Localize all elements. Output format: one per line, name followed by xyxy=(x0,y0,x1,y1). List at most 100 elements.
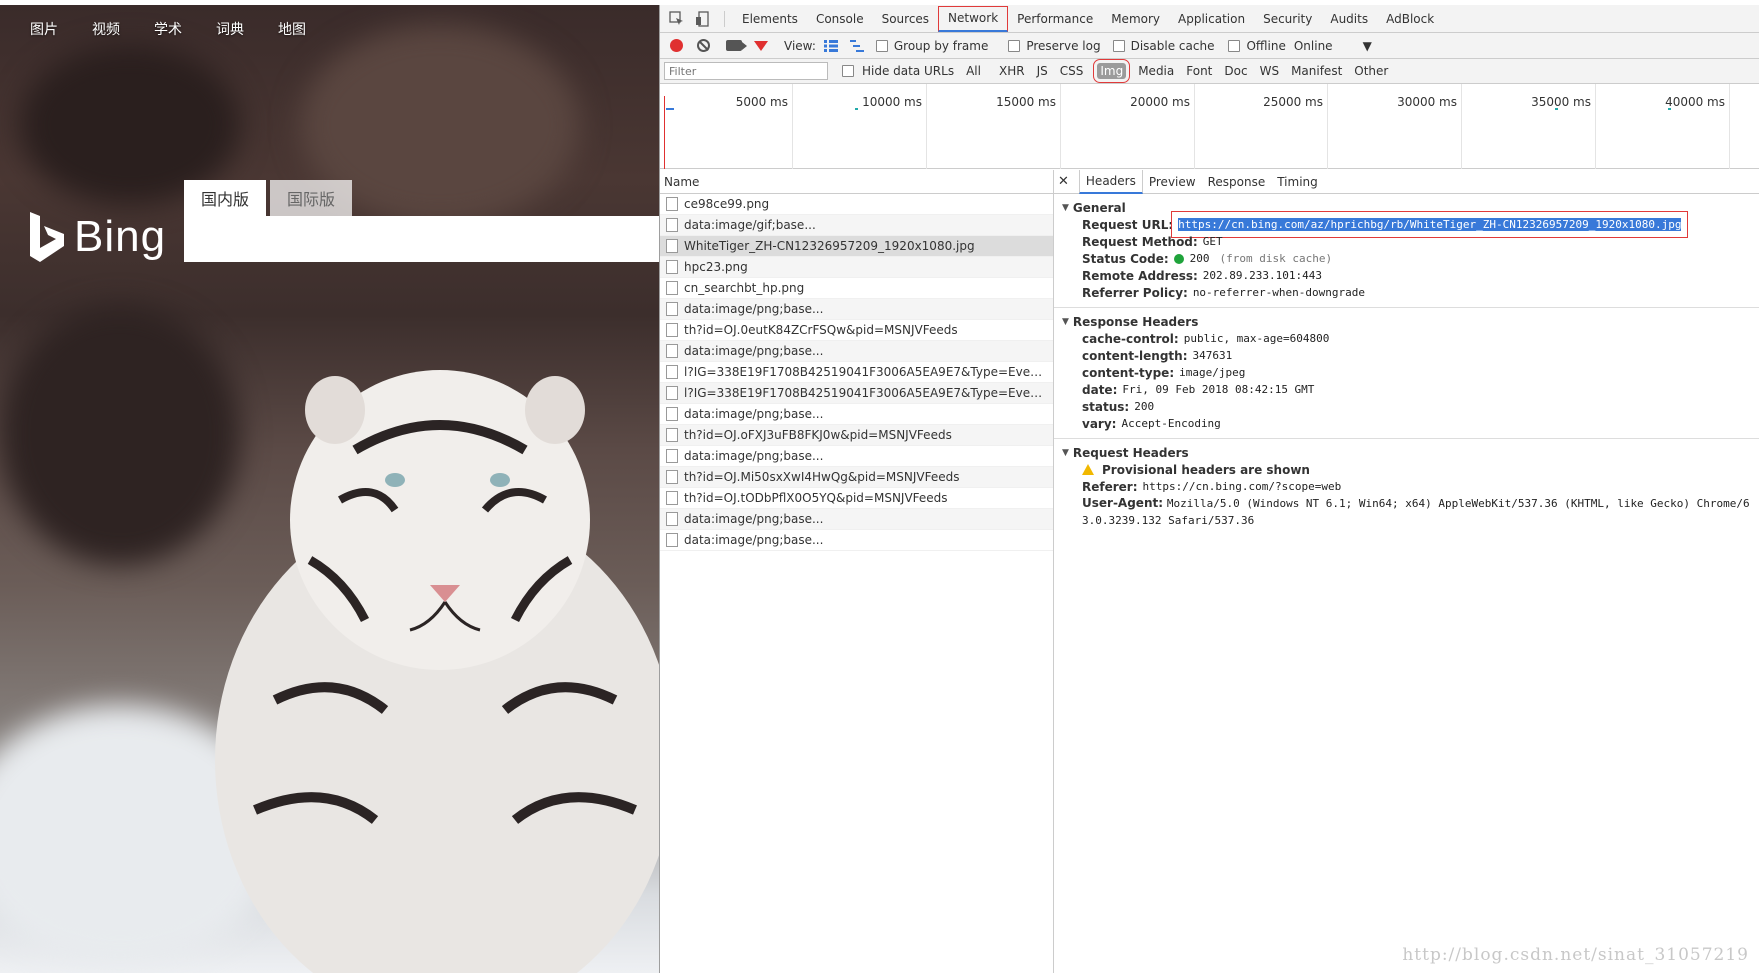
filter-type-js[interactable]: JS xyxy=(1035,63,1050,79)
general-section: ▼ General Request URL: https://cn.bing.c… xyxy=(1054,199,1759,301)
throttling-select[interactable]: Online xyxy=(1294,39,1333,53)
preserve-log-label: Preserve log xyxy=(1026,38,1101,53)
request-row[interactable]: data:image/png;base... xyxy=(660,299,1053,320)
header-name: vary: xyxy=(1082,416,1117,431)
request-row[interactable]: ce98ce99.png xyxy=(660,194,1053,215)
large-rows-icon[interactable] xyxy=(823,39,838,52)
request-headers-section-header[interactable]: ▼ Request Headers xyxy=(1062,444,1759,461)
request-name: data:image/png;base... xyxy=(684,407,824,421)
nav-link-images[interactable]: 图片 xyxy=(30,19,58,39)
screenshot-camera-icon[interactable] xyxy=(726,40,747,51)
devtools-panel: Elements Console Sources Network Perform… xyxy=(659,5,1759,973)
filter-type-media[interactable]: Media xyxy=(1136,63,1176,79)
tab-response[interactable]: Response xyxy=(1202,170,1272,194)
preserve-log-checkbox[interactable] xyxy=(1008,39,1021,52)
tab-adblock[interactable]: AdBlock xyxy=(1377,5,1443,33)
tab-console[interactable]: Console xyxy=(807,5,873,33)
timeline-tick: 10000 ms xyxy=(793,84,927,169)
nav-link-maps[interactable]: 地图 xyxy=(278,19,306,39)
request-row[interactable]: data:image/gif;base... xyxy=(660,215,1053,236)
record-button[interactable] xyxy=(670,39,683,52)
filter-type-all[interactable]: All xyxy=(964,63,983,79)
device-toolbar-icon[interactable] xyxy=(694,10,712,28)
request-row[interactable]: data:image/png;base... xyxy=(660,446,1053,467)
request-row[interactable]: th?id=OJ.0eutK84ZCrFSQw&pid=MSNJVFeeds xyxy=(660,320,1053,341)
tab-elements[interactable]: Elements xyxy=(733,5,807,33)
nav-link-academic[interactable]: 学术 xyxy=(154,19,182,39)
request-row[interactable]: cn_searchbt_hp.png xyxy=(660,278,1053,299)
tab-preview[interactable]: Preview xyxy=(1143,170,1202,194)
file-icon xyxy=(666,365,678,379)
tab-international[interactable]: 国际版 xyxy=(270,180,353,216)
general-section-header[interactable]: ▼ General xyxy=(1062,199,1759,216)
request-name: th?id=OJ.0eutK84ZCrFSQw&pid=MSNJVFeeds xyxy=(684,323,958,337)
request-row[interactable]: WhiteTiger_ZH-CN12326957209_1920x1080.jp… xyxy=(660,236,1053,257)
network-overview-timeline[interactable]: 5000 ms 10000 ms 15000 ms 20000 ms 25000… xyxy=(660,84,1759,169)
filter-type-other[interactable]: Other xyxy=(1352,63,1390,79)
bing-logo[interactable]: Bing xyxy=(28,210,166,264)
request-url-value[interactable]: https://cn.bing.com/az/hprichbg/rb/White… xyxy=(1171,211,1689,238)
request-name: th?id=OJ.tODbPflX0O5YQ&pid=MSNJVFeeds xyxy=(684,491,948,505)
filter-type-xhr[interactable]: XHR xyxy=(997,63,1027,79)
request-row[interactable]: th?id=OJ.Mi50sxXwI4HwQg&pid=MSNJVFeeds xyxy=(660,467,1053,488)
tab-audits[interactable]: Audits xyxy=(1321,5,1377,33)
group-by-frame-checkbox[interactable] xyxy=(875,39,888,52)
filter-funnel-icon[interactable] xyxy=(754,40,768,51)
request-row[interactable]: data:image/png;base... xyxy=(660,341,1053,362)
request-row[interactable]: th?id=OJ.oFXJ3uFB8FKJ0w&pid=MSNJVFeeds xyxy=(660,425,1053,446)
filter-type-doc[interactable]: Doc xyxy=(1222,63,1249,79)
hide-data-urls-checkbox[interactable] xyxy=(842,65,854,77)
request-row[interactable]: data:image/png;base... xyxy=(660,404,1053,425)
tab-sources[interactable]: Sources xyxy=(873,5,938,33)
response-headers-section: ▼ Response Headers cache-control: public,… xyxy=(1054,313,1759,432)
clear-icon[interactable] xyxy=(697,39,710,52)
close-icon[interactable]: ✕ xyxy=(1058,174,1069,189)
request-row[interactable]: hpc23.png xyxy=(660,257,1053,278)
nav-link-videos[interactable]: 视频 xyxy=(92,19,120,39)
request-row[interactable]: l?IG=338E19F1708B42519041F3006A5EA9E7&Ty… xyxy=(660,383,1053,404)
network-toolbar: View: Group by frame Preserve log Disabl… xyxy=(660,33,1759,59)
bing-logo-text: Bing xyxy=(74,212,167,261)
response-header-row: content-type: image/jpeg xyxy=(1062,364,1759,381)
disable-cache-checkbox[interactable] xyxy=(1112,39,1125,52)
nav-link-dictionary[interactable]: 词典 xyxy=(216,19,244,39)
request-row[interactable]: data:image/png;base... xyxy=(660,509,1053,530)
response-header-row: content-length: 347631 xyxy=(1062,347,1759,364)
tab-timing[interactable]: Timing xyxy=(1271,170,1324,194)
request-row[interactable]: th?id=OJ.tODbPflX0O5YQ&pid=MSNJVFeeds xyxy=(660,488,1053,509)
throttling-dropdown-icon[interactable]: ▼ xyxy=(1363,39,1372,53)
filter-type-font[interactable]: Font xyxy=(1184,63,1214,79)
tab-memory[interactable]: Memory xyxy=(1102,5,1169,33)
response-header-row: date: Fri, 09 Feb 2018 08:42:15 GMT xyxy=(1062,381,1759,398)
response-headers-section-header[interactable]: ▼ Response Headers xyxy=(1062,313,1759,330)
header-value: 200 xyxy=(1134,400,1155,413)
expand-triangle-icon: ▼ xyxy=(1062,447,1069,458)
search-input[interactable] xyxy=(184,216,659,262)
filter-type-img[interactable]: Img xyxy=(1093,59,1131,83)
warning-icon xyxy=(1082,464,1094,475)
inspect-element-icon[interactable] xyxy=(668,10,686,28)
remote-address-label: Remote Address: xyxy=(1082,268,1198,283)
request-headers-title: Request Headers xyxy=(1072,445,1189,460)
tab-headers[interactable]: Headers xyxy=(1078,169,1143,194)
file-icon xyxy=(666,218,678,232)
tab-network[interactable]: Network xyxy=(938,5,1009,32)
name-column-header[interactable]: Name xyxy=(660,170,1053,194)
request-row[interactable]: data:image/png;base... xyxy=(660,530,1053,551)
filter-type-ws[interactable]: WS xyxy=(1258,63,1281,79)
request-name: data:image/gif;base... xyxy=(684,218,816,232)
waterfall-icon[interactable] xyxy=(849,39,864,52)
region-tabs: 国内版 国际版 xyxy=(184,180,353,216)
filter-input[interactable] xyxy=(664,62,828,80)
request-row[interactable]: l?IG=338E19F1708B42519041F3006A5EA9E7&Ty… xyxy=(660,362,1053,383)
tab-performance[interactable]: Performance xyxy=(1008,5,1102,33)
timeline-request-mark xyxy=(666,108,674,110)
referer-value: https://cn.bing.com/?scope=web xyxy=(1142,480,1342,493)
filter-type-manifest[interactable]: Manifest xyxy=(1289,63,1344,79)
tab-domestic[interactable]: 国内版 xyxy=(184,180,267,216)
filter-type-css[interactable]: CSS xyxy=(1058,63,1086,79)
offline-checkbox[interactable] xyxy=(1228,39,1241,52)
tab-application[interactable]: Application xyxy=(1169,5,1254,33)
file-icon xyxy=(666,449,678,463)
tab-security[interactable]: Security xyxy=(1254,5,1321,33)
